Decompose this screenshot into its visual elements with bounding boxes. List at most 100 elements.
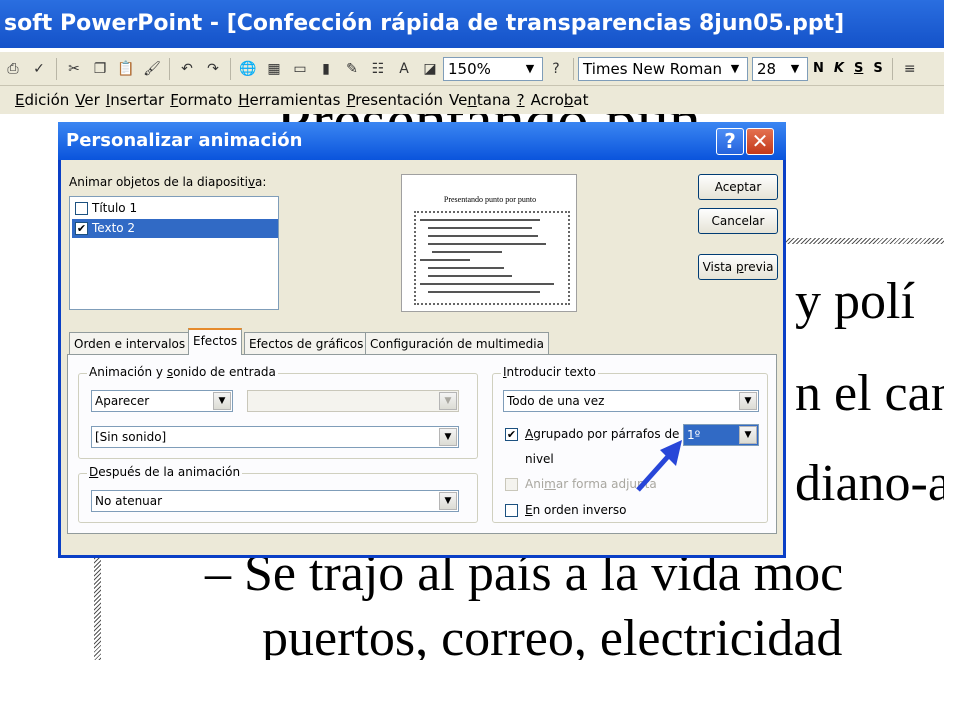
preview-line bbox=[428, 267, 504, 269]
preview-line bbox=[432, 251, 502, 253]
menu-item[interactable]: Acrobat bbox=[531, 86, 589, 114]
chevron-down-icon[interactable]: ▼ bbox=[213, 392, 231, 410]
tab-chart-effects[interactable]: Efectos de gráficos bbox=[244, 332, 369, 354]
preview-line bbox=[420, 259, 470, 261]
menu-item[interactable]: Insertar bbox=[106, 86, 164, 114]
toolbar-separator bbox=[230, 57, 231, 80]
help-button[interactable]: ? bbox=[716, 128, 744, 155]
menu-bar: Edición Ver Insertar Formato Herramientas Pre… bbox=[0, 86, 944, 114]
toolbar-separator bbox=[573, 57, 574, 80]
object-checkbox[interactable]: ✔ bbox=[75, 222, 88, 235]
app-title: soft PowerPoint - [Confección rápida de … bbox=[4, 11, 845, 36]
slide-text-line: puertos, correo, electricidad bbox=[262, 610, 843, 660]
insert-table-icon[interactable]: ▭ bbox=[290, 59, 310, 79]
copy-icon[interactable]: ❐ bbox=[90, 59, 110, 79]
paste-icon[interactable]: 📋 bbox=[116, 59, 136, 79]
chart-icon[interactable]: ▮ bbox=[316, 59, 336, 79]
sound-select[interactable]: [Sin sonido] ▼ bbox=[91, 426, 459, 448]
placeholder-border bbox=[94, 554, 101, 660]
dialog-title: Personalizar animación bbox=[66, 130, 303, 151]
accept-button[interactable]: Aceptar bbox=[698, 174, 778, 200]
entry-animation-group: Animación y sonido de entrada Aparecer ▼… bbox=[78, 365, 478, 459]
font-select[interactable]: Times New Roman ▼ bbox=[578, 56, 748, 81]
help-icon[interactable]: ? bbox=[546, 59, 566, 79]
formatting-toolbar: ⎙ ✓ ✂ ❐ 📋 🖌 ↶ ↷ 🌐 ▦ ▭ ▮ ✎ ☷ A ◪ 150% ▼ ?… bbox=[0, 52, 944, 86]
toolbar-separator bbox=[169, 57, 170, 80]
animate-attached-shape-checkbox bbox=[505, 478, 518, 491]
list-item[interactable]: ✔ Texto 2 bbox=[72, 219, 278, 238]
menu-item[interactable]: Ventana bbox=[449, 86, 511, 114]
after-animation-select[interactable]: No atenuar ▼ bbox=[91, 490, 459, 512]
underline-button[interactable]: S bbox=[854, 61, 863, 76]
objects-label: Animar objetos de la diapositiva: bbox=[69, 175, 267, 189]
menu-item[interactable]: Ver bbox=[75, 86, 100, 114]
introduce-text-value: Todo de una vez bbox=[507, 394, 605, 408]
preview-line bbox=[428, 275, 512, 277]
show-formatting-icon[interactable]: A bbox=[394, 59, 414, 79]
font-size-select[interactable]: 28 ▼ bbox=[752, 56, 808, 81]
entry-effect-select[interactable]: Aparecer ▼ bbox=[91, 390, 233, 412]
zoom-value: 150% bbox=[448, 59, 491, 78]
preview-line bbox=[420, 283, 554, 285]
menu-item[interactable]: Formato bbox=[170, 86, 232, 114]
slide-text-line: diano-al bbox=[795, 455, 944, 512]
dialog-title-bar: Personalizar animación ? ✕ bbox=[58, 122, 786, 160]
object-label: Texto 2 bbox=[92, 221, 136, 235]
introduce-text-group: Introducir texto Todo de una vez ▼ ✔ Agr… bbox=[492, 365, 768, 523]
chevron-down-icon: ▼ bbox=[439, 392, 457, 410]
tab-effects[interactable]: Efectos bbox=[188, 328, 243, 355]
list-item[interactable]: Título 1 bbox=[72, 199, 278, 218]
menu-item[interactable]: Herramientas bbox=[238, 86, 340, 114]
bold-button[interactable]: N bbox=[813, 61, 824, 76]
preview-line bbox=[428, 243, 546, 245]
tab-multimedia-settings[interactable]: Configuración de multimedia bbox=[365, 332, 549, 354]
objects-list[interactable]: Título 1 ✔ Texto 2 bbox=[69, 196, 279, 310]
align-left-icon[interactable]: ≡ bbox=[900, 59, 920, 79]
preview-line bbox=[428, 291, 540, 293]
hyperlink-icon[interactable]: 🌐 bbox=[238, 59, 258, 79]
preview-line bbox=[428, 227, 532, 229]
spelling-icon[interactable]: ✓ bbox=[29, 59, 49, 79]
tab-order-timing[interactable]: Orden e intervalos bbox=[69, 332, 191, 354]
text-box-icon[interactable]: ✎ bbox=[342, 59, 362, 79]
menu-item[interactable]: Presentación bbox=[346, 86, 443, 114]
slide-text-line: n el can bbox=[795, 365, 944, 422]
chevron-down-icon[interactable]: ▼ bbox=[439, 492, 457, 510]
close-button[interactable]: ✕ bbox=[746, 128, 774, 155]
undo-icon[interactable]: ↶ bbox=[177, 59, 197, 79]
menu-item[interactable]: Edición bbox=[15, 86, 69, 114]
redo-icon[interactable]: ↷ bbox=[203, 59, 223, 79]
italic-button[interactable]: K bbox=[834, 61, 844, 76]
reverse-order-label: En orden inverso bbox=[525, 503, 627, 517]
zoom-select[interactable]: 150% ▼ bbox=[443, 56, 543, 81]
font-size-value: 28 bbox=[757, 59, 777, 78]
cut-icon[interactable]: ✂ bbox=[64, 59, 84, 79]
annotation-arrow-icon bbox=[636, 440, 682, 492]
reverse-order-checkbox[interactable] bbox=[505, 504, 518, 517]
chevron-down-icon[interactable]: ▼ bbox=[522, 62, 538, 75]
group-by-paragraph-checkbox[interactable]: ✔ bbox=[505, 428, 518, 441]
introduce-text-select[interactable]: Todo de una vez ▼ bbox=[503, 390, 759, 412]
print-icon[interactable]: ⎙ bbox=[3, 59, 23, 79]
paragraph-level-select[interactable]: 1º ▼ bbox=[683, 424, 759, 446]
cancel-button[interactable]: Cancelar bbox=[698, 208, 778, 234]
format-painter-icon[interactable]: 🖌 bbox=[142, 59, 162, 79]
chevron-down-icon[interactable]: ▼ bbox=[739, 392, 757, 410]
sound-value: [Sin sonido] bbox=[95, 430, 167, 444]
shadow-button[interactable]: S bbox=[873, 61, 882, 76]
preview-line bbox=[420, 219, 540, 221]
group-title: Introducir texto bbox=[501, 365, 598, 379]
group-title: Después de la animación bbox=[87, 465, 243, 479]
object-checkbox[interactable] bbox=[75, 202, 88, 215]
menu-item[interactable]: ? bbox=[517, 86, 525, 114]
chevron-down-icon[interactable]: ▼ bbox=[739, 426, 757, 444]
chevron-down-icon[interactable]: ▼ bbox=[787, 62, 803, 75]
table-icon[interactable]: ▦ bbox=[264, 59, 284, 79]
preview-button[interactable]: Vista previa bbox=[698, 254, 778, 280]
toolbar-separator bbox=[56, 57, 57, 80]
expand-all-icon[interactable]: ☷ bbox=[368, 59, 388, 79]
chevron-down-icon[interactable]: ▼ bbox=[727, 62, 743, 75]
chevron-down-icon[interactable]: ▼ bbox=[439, 428, 457, 446]
grayscale-icon[interactable]: ◪ bbox=[420, 59, 440, 79]
paragraph-level-value: 1º bbox=[687, 428, 701, 442]
